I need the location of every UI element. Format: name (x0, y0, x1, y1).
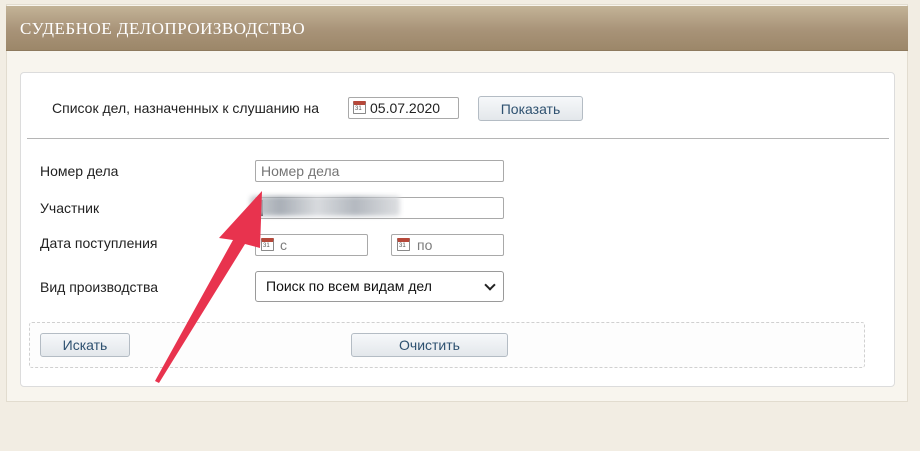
proceeding-type-label: Вид производства (40, 279, 159, 295)
page-title: СУДЕБНОЕ ДЕЛОПРОИЗВОДСТВО (20, 19, 306, 38)
schedule-date-field[interactable]: 31 05.07.2020 (348, 97, 459, 119)
search-button[interactable]: Искать (40, 333, 130, 357)
calendar-icon[interactable]: 31 (397, 238, 410, 251)
calendar-icon[interactable]: 31 (353, 101, 366, 114)
chevron-down-icon (484, 279, 496, 291)
date-from-field[interactable]: 31 с (255, 234, 368, 256)
actions-bar: Искать Очистить (29, 322, 865, 368)
page-header: СУДЕБНОЕ ДЕЛОПРОИЗВОДСТВО (6, 6, 908, 51)
case-number-input[interactable] (255, 160, 504, 182)
date-received-label: Дата поступления (40, 235, 158, 251)
calendar-icon[interactable]: 31 (261, 238, 274, 251)
case-number-label: Номер дела (40, 163, 119, 179)
show-button[interactable]: Показать (478, 96, 583, 121)
date-to-field[interactable]: 31 по (391, 234, 504, 256)
proceeding-type-value: Поиск по всем видам дел (266, 278, 432, 294)
proceeding-type-select[interactable]: Поиск по всем видам дел (255, 271, 504, 302)
schedule-label: Список дел, назначенных к слушанию на (52, 100, 320, 116)
clear-button[interactable]: Очистить (351, 333, 508, 357)
date-to-placeholder: по (417, 237, 433, 253)
schedule-date-value: 05.07.2020 (370, 100, 441, 116)
section-divider (27, 138, 889, 139)
redacted-participant-name (250, 196, 400, 216)
participant-label: Участник (40, 200, 100, 216)
search-panel: Список дел, назначенных к слушанию на 31… (20, 72, 895, 387)
date-from-placeholder: с (280, 237, 287, 253)
